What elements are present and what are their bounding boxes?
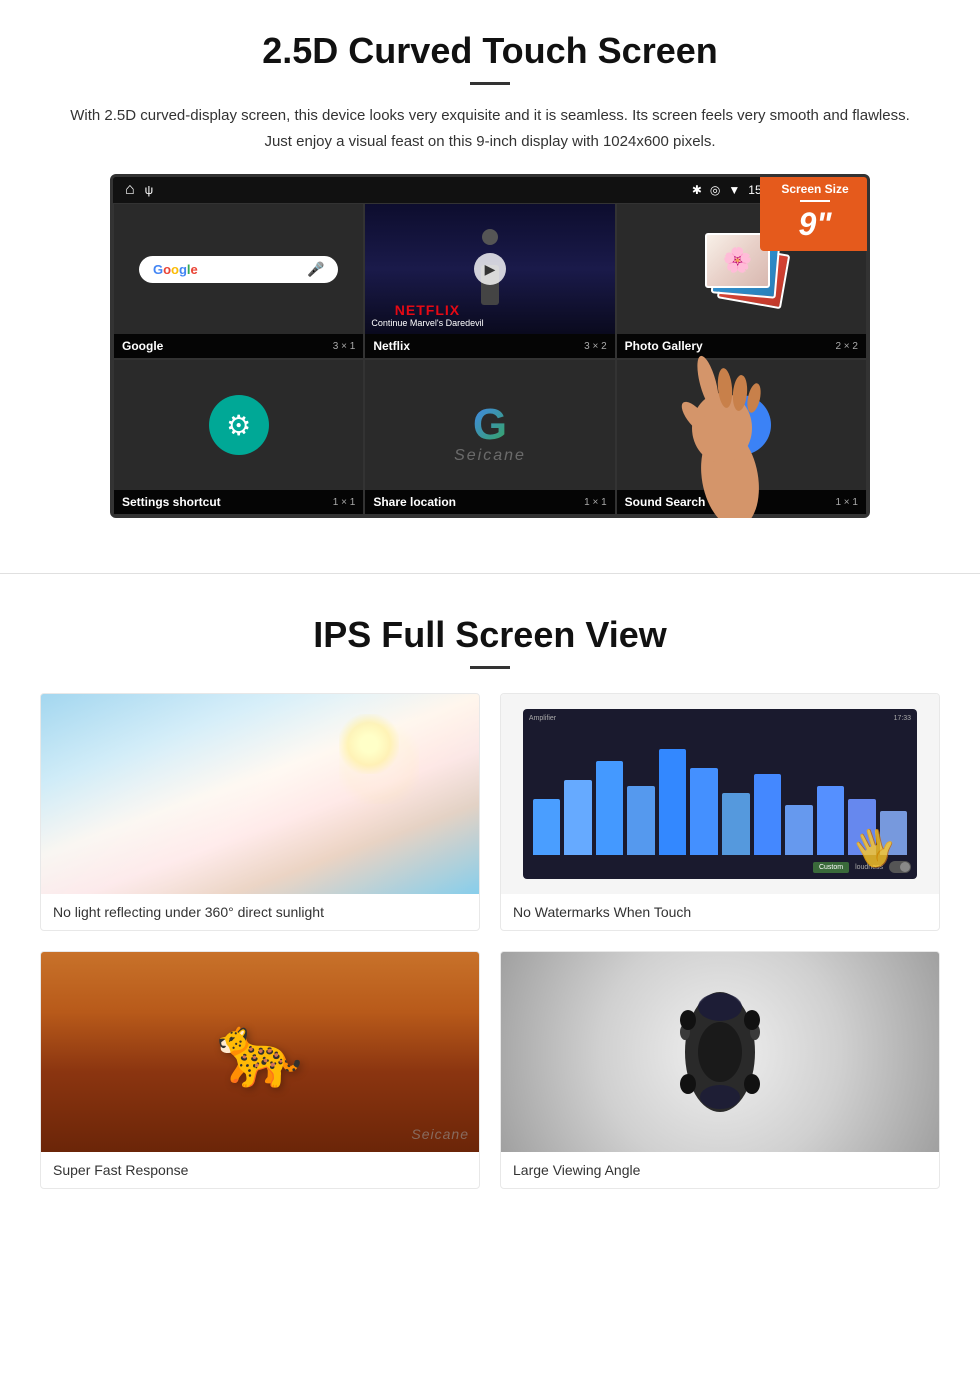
settings-name: Settings shortcut bbox=[122, 495, 221, 509]
app-cell-settings[interactable]: ⚙ Settings shortcut 1 × 1 bbox=[113, 359, 364, 515]
sunlight-card: No light reflecting under 360° direct su… bbox=[40, 693, 480, 931]
device-screen: Screen Size 9" ⌂ ψ ✱ ◎ ▼ 15:06 ⊡ ◁) ⊠ bbox=[110, 174, 870, 518]
sunlight-caption: No light reflecting under 360° direct su… bbox=[41, 894, 479, 930]
music-icon: ♪ bbox=[711, 395, 771, 455]
status-left: ⌂ ψ bbox=[125, 181, 153, 199]
badge-divider bbox=[800, 200, 830, 202]
amplifier-image: Amplifier 17:33 bbox=[501, 694, 939, 894]
photos-size: 2 × 2 bbox=[835, 341, 858, 352]
section1-title: 2.5D Curved Touch Screen bbox=[60, 30, 920, 72]
badge-size: 9" bbox=[770, 206, 860, 243]
eq-bar-3 bbox=[596, 761, 624, 855]
maps-name: Share location bbox=[373, 495, 456, 509]
car-svg bbox=[660, 972, 780, 1132]
badge-label: Screen Size bbox=[770, 182, 860, 196]
toggle-knob bbox=[900, 862, 910, 872]
page-divider bbox=[0, 573, 980, 574]
maps-size: 1 × 1 bbox=[584, 497, 607, 508]
netflix-label: Netflix 3 × 2 bbox=[365, 334, 614, 358]
home-icon: ⌂ bbox=[125, 181, 135, 199]
google-cell-image: Google 🎤 bbox=[114, 204, 363, 334]
google-maps-icon: G bbox=[473, 400, 507, 450]
google-search-bar[interactable]: Google 🎤 bbox=[139, 256, 338, 283]
eq-bar-10 bbox=[817, 786, 845, 855]
settings-icon: ⚙ bbox=[209, 395, 269, 455]
eq-bar-6 bbox=[690, 768, 718, 856]
car-caption: Large Viewing Angle bbox=[501, 1152, 939, 1188]
settings-label: Settings shortcut 1 × 1 bbox=[114, 490, 363, 514]
wifi-icon: ▼ bbox=[728, 183, 740, 197]
google-label: Google 3 × 1 bbox=[114, 334, 363, 358]
custom-button[interactable]: Custom bbox=[813, 862, 849, 873]
photos-label: Photo Gallery 2 × 2 bbox=[617, 334, 866, 358]
cheetah-caption: Super Fast Response bbox=[41, 1152, 479, 1188]
car-image bbox=[501, 952, 939, 1152]
cheetah-icon: 🐆 bbox=[216, 1011, 303, 1093]
google-name: Google bbox=[122, 339, 163, 353]
eq-bar-9 bbox=[785, 805, 813, 855]
figure-head bbox=[482, 229, 498, 245]
maps-cell-image: G bbox=[365, 360, 614, 490]
settings-size: 1 × 1 bbox=[333, 497, 356, 508]
section1-divider bbox=[470, 82, 510, 85]
amp-time: 17:33 bbox=[894, 715, 912, 722]
sound-cell-image: ♪ bbox=[617, 360, 866, 490]
google-logo: Google bbox=[153, 262, 198, 277]
car-card: Large Viewing Angle bbox=[500, 951, 940, 1189]
status-bar: ⌂ ψ ✱ ◎ ▼ 15:06 ⊡ ◁) ⊠ ▭ bbox=[113, 177, 867, 203]
netflix-subtitle: Continue Marvel's Daredevil bbox=[371, 318, 483, 328]
section2-title: IPS Full Screen View bbox=[40, 614, 940, 656]
feature-image-grid: No light reflecting under 360° direct su… bbox=[40, 693, 940, 1189]
sun-glow bbox=[339, 714, 399, 774]
app-cell-maps[interactable]: G Share location 1 × 1 bbox=[364, 359, 615, 515]
seicane-watermark-cheetah: Seicane bbox=[411, 1126, 469, 1142]
amplifier-caption: No Watermarks When Touch bbox=[501, 894, 939, 930]
usb-icon: ψ bbox=[145, 183, 154, 197]
sunlight-image bbox=[41, 694, 479, 894]
sound-size: 1 × 1 bbox=[835, 497, 858, 508]
play-button[interactable]: ▶ bbox=[474, 253, 506, 285]
netflix-logo: NETFLIX bbox=[371, 302, 483, 318]
cheetah-image: 🐆 Seicane bbox=[41, 952, 479, 1152]
netflix-cell-image: ▶ NETFLIX Continue Marvel's Daredevil bbox=[365, 204, 614, 334]
amplifier-card: Amplifier 17:33 bbox=[500, 693, 940, 931]
eq-bar-8 bbox=[754, 774, 782, 855]
app-cell-sound[interactable]: ♪ Sound Search 1 × 1 bbox=[616, 359, 867, 515]
maps-label: Share location 1 × 1 bbox=[365, 490, 614, 514]
eq-bar-1 bbox=[533, 799, 561, 855]
amp-header: Amplifier 17:33 bbox=[529, 715, 911, 722]
amp-screen: Amplifier 17:33 bbox=[523, 709, 917, 879]
eq-bar-4 bbox=[627, 786, 655, 855]
sound-label: Sound Search 1 × 1 bbox=[617, 490, 866, 514]
netflix-size: 3 × 2 bbox=[584, 341, 607, 352]
amp-footer: Custom loudness bbox=[529, 861, 911, 873]
section-curved-screen: 2.5D Curved Touch Screen With 2.5D curve… bbox=[0, 0, 980, 543]
netflix-name: Netflix bbox=[373, 339, 410, 353]
microphone-icon: 🎤 bbox=[307, 261, 324, 278]
bluetooth-icon: ✱ bbox=[692, 183, 702, 197]
netflix-overlay: NETFLIX Continue Marvel's Daredevil bbox=[371, 302, 483, 328]
device-mockup: Screen Size 9" ⌂ ψ ✱ ◎ ▼ 15:06 ⊡ ◁) ⊠ bbox=[110, 174, 870, 518]
eq-bar-2 bbox=[564, 780, 592, 855]
app-cell-netflix[interactable]: ▶ NETFLIX Continue Marvel's Daredevil Ne… bbox=[364, 203, 615, 359]
sound-name: Sound Search bbox=[625, 495, 706, 509]
eq-bar-5 bbox=[659, 749, 687, 855]
eq-bar-7 bbox=[722, 793, 750, 856]
cheetah-card: 🐆 Seicane Super Fast Response bbox=[40, 951, 480, 1189]
settings-cell-image: ⚙ bbox=[114, 360, 363, 490]
photos-name: Photo Gallery bbox=[625, 339, 703, 353]
gps-icon: ◎ bbox=[710, 183, 720, 197]
app-grid: Google 🎤 Google 3 × 1 bbox=[113, 203, 867, 515]
amp-title: Amplifier bbox=[529, 715, 556, 722]
sunlight-gradient bbox=[41, 694, 479, 894]
section-ips: IPS Full Screen View No light reflecting… bbox=[0, 604, 980, 1219]
google-size: 3 × 1 bbox=[333, 341, 356, 352]
screen-size-badge: Screen Size 9" bbox=[760, 174, 870, 251]
section1-desc: With 2.5D curved-display screen, this de… bbox=[60, 103, 920, 154]
app-cell-google[interactable]: Google 🎤 Google 3 × 1 bbox=[113, 203, 364, 359]
section2-divider bbox=[470, 666, 510, 669]
